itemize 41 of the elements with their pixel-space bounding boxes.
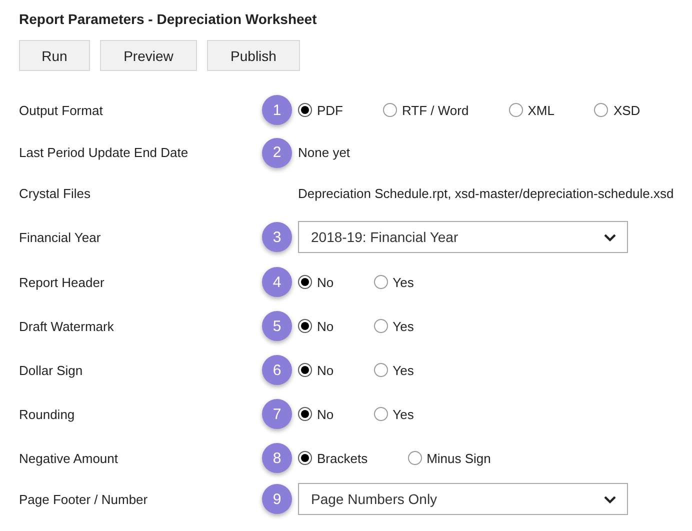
- step-badge: 5: [262, 311, 292, 341]
- step-badge: 8: [262, 443, 292, 473]
- option-label: RTF / Word: [402, 102, 469, 118]
- step-badge: 9: [262, 484, 292, 514]
- step-badge: 2: [262, 138, 292, 168]
- option-label: Yes: [392, 362, 414, 378]
- option-label: XSD: [613, 102, 640, 118]
- option-label: No: [317, 274, 334, 290]
- dropdown-field[interactable]: Page Numbers Only: [298, 483, 628, 515]
- field-label: Dollar Sign: [19, 362, 84, 378]
- step-badge: 6: [262, 355, 292, 385]
- field-label: Last Period Update End Date: [19, 145, 190, 160]
- option-label: No: [317, 318, 334, 334]
- option-label: XML: [528, 102, 554, 118]
- field-label: Draft Watermark: [19, 318, 115, 334]
- step-badge: 7: [262, 399, 292, 429]
- field-label: Crystal Files: [19, 186, 92, 201]
- field-label: Negative Amount: [19, 450, 120, 466]
- step-badge: 3: [262, 222, 292, 252]
- option-label: Brackets: [317, 450, 368, 466]
- step-badge: 1: [262, 95, 292, 125]
- toolbar-button[interactable]: Preview: [100, 40, 197, 71]
- option-label: Yes: [392, 274, 414, 290]
- toolbar-button[interactable]: Publish: [207, 40, 300, 71]
- option-label: Yes: [392, 406, 414, 422]
- step-badge: 4: [262, 267, 292, 297]
- field-label: Rounding: [19, 406, 76, 422]
- option-label: Yes: [392, 318, 414, 334]
- dropdown-field[interactable]: 2018-19: Financial Year: [298, 221, 628, 253]
- field-label: Page Footer / Number: [19, 492, 149, 506]
- page-title: Report Parameters - Depreciation Worksheet: [19, 10, 318, 28]
- toolbar-button[interactable]: Run: [19, 40, 90, 71]
- option-label: No: [317, 362, 334, 378]
- field-label: Report Header: [19, 274, 106, 290]
- field-value: None yet: [298, 145, 350, 160]
- option-label: PDF: [317, 102, 343, 118]
- field-label: Output Format: [19, 102, 104, 118]
- field-label: Financial Year: [19, 230, 102, 244]
- option-label: Minus Sign: [426, 450, 491, 466]
- option-label: No: [317, 406, 334, 422]
- field-value: Depreciation Schedule.rpt, xsd-master/depreciation-schedule.xsd: [298, 186, 674, 201]
